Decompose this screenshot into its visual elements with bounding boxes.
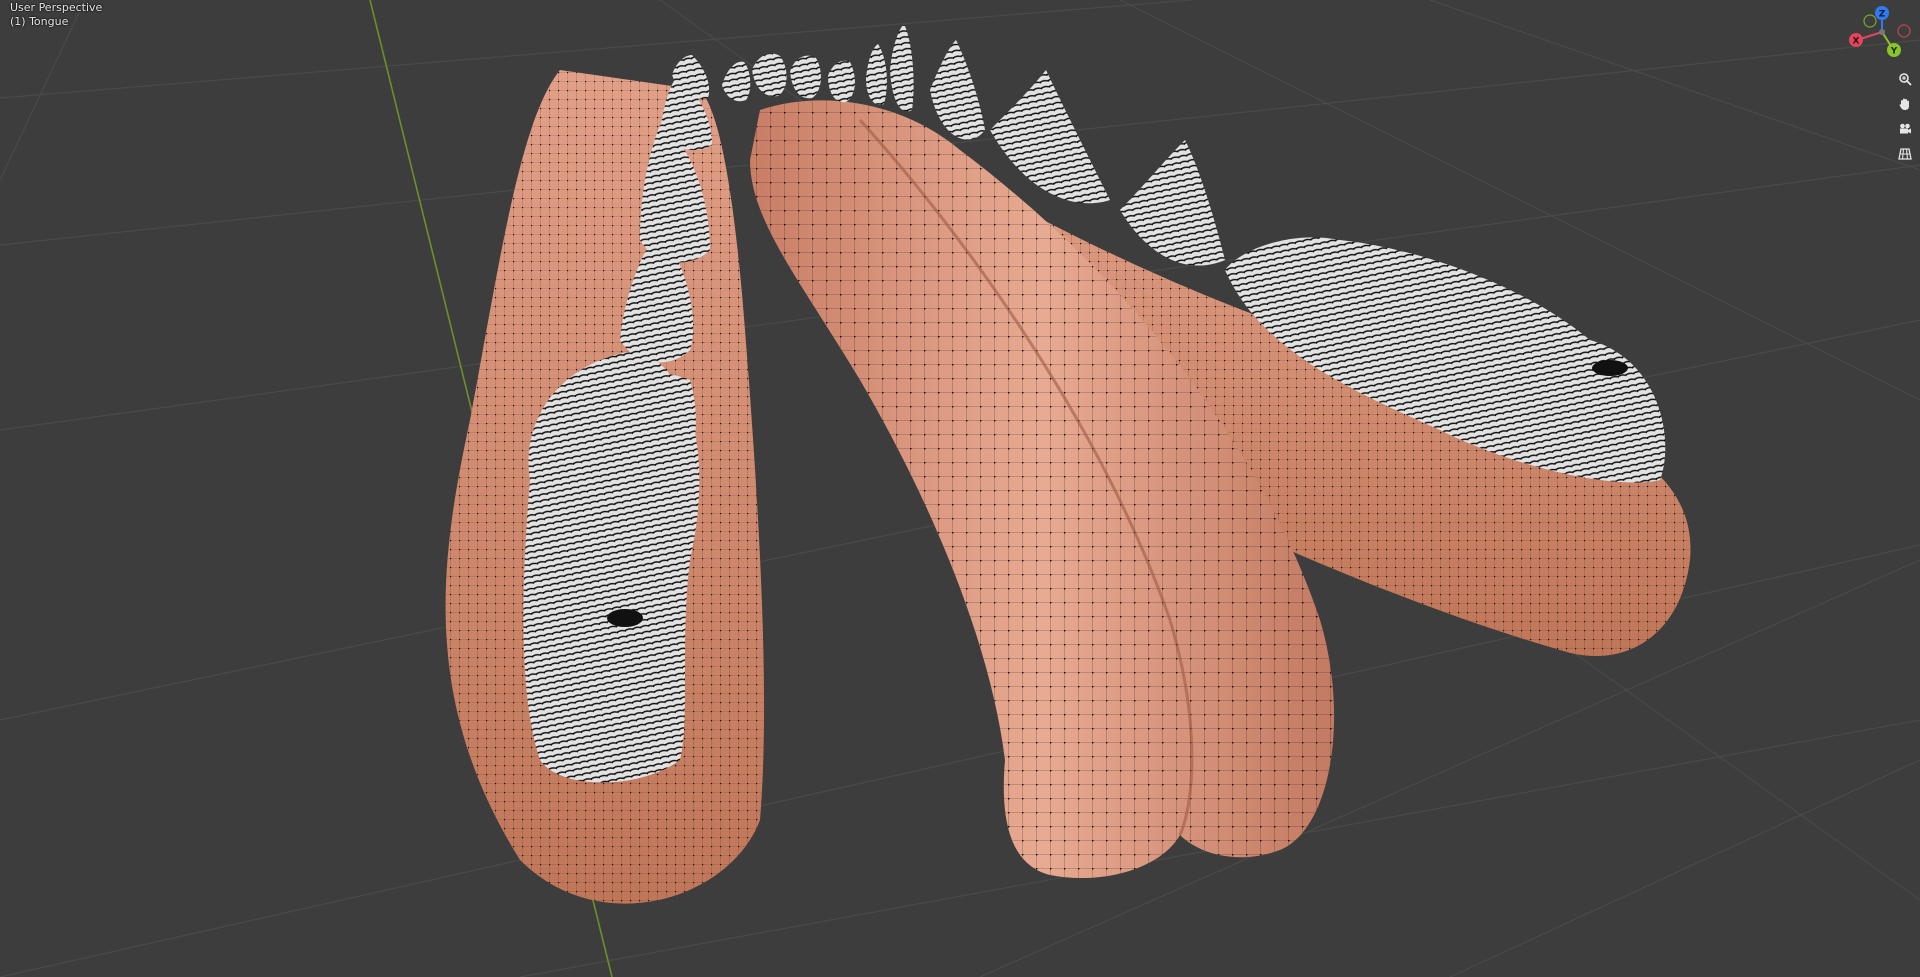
zoom-button[interactable] [1894, 68, 1916, 90]
zoom-icon [1899, 73, 1912, 86]
camera-view-button[interactable] [1894, 118, 1916, 140]
x-axis-icon[interactable]: X [1849, 33, 1863, 47]
svg-text:Z: Z [1879, 10, 1886, 20]
y-axis-icon[interactable]: Y [1887, 43, 1901, 57]
tongue-mesh [750, 100, 1335, 879]
pan-button[interactable] [1894, 93, 1916, 115]
camera-icon [1900, 123, 1911, 134]
svg-text:X: X [1853, 37, 1860, 47]
viewport-view-label: User Perspective [10, 1, 103, 14]
z-axis-icon[interactable]: Z [1875, 6, 1889, 20]
active-object-label: (1) Tongue [10, 15, 69, 28]
perspective-toggle-button[interactable] [1894, 143, 1916, 165]
pan-hand-icon [1899, 98, 1909, 110]
ortho-grid-icon [1898, 148, 1912, 160]
viewport-scene[interactable] [0, 0, 1920, 977]
navigation-gizmo[interactable]: Z Y X [1846, 4, 1916, 60]
3d-viewport[interactable]: User Perspective (1) Tongue Z Y X [0, 0, 1920, 977]
svg-text:Y: Y [1890, 47, 1898, 57]
